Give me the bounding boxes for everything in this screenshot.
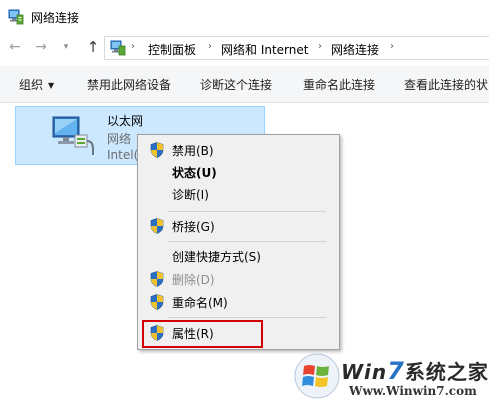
menu-separator [168,317,326,318]
menu-item-create-shortcut[interactable]: 创建快捷方式(S) [139,245,338,267]
breadcrumb-network-internet[interactable]: 网络和 Internet [221,41,308,58]
title-bar: 网络连接 [0,0,489,34]
organize-label: 组织 [19,78,44,92]
windows-logo-icon [294,353,340,399]
uac-shield-icon [150,142,164,158]
rename-button[interactable]: 重命名此连接 [303,76,375,93]
watermark-title-suffix: 系统之家 [404,360,489,384]
up-button[interactable]: ↑ [85,39,101,55]
uac-shield-icon [150,294,164,310]
chevron-down-icon: ▼ [48,81,55,90]
menu-separator [168,241,326,242]
annotation-highlight-box [142,320,263,348]
adapter-name: 以太网 [107,114,144,128]
disable-device-button[interactable]: 禁用此网络设备 [87,76,171,93]
context-menu: 禁用(B) 状态(U) 诊断(I) 桥接(G) 创建快捷方式(S) 删除(D) … [137,134,340,350]
watermark-url: Www.Winwin7.com [349,384,477,398]
menu-item-label: 诊断(I) [172,188,209,202]
organize-menu[interactable]: 组织 ▼ [19,76,54,93]
window-title: 网络连接 [31,11,80,25]
address-bar[interactable]: › 控制面板 › 网络和 Internet › 网络连接 › [104,36,489,60]
breadcrumb-control-panel[interactable]: 控制面板 [148,41,196,58]
breadcrumb-separator[interactable]: › [390,41,394,52]
breadcrumb-separator[interactable]: › [318,41,322,52]
menu-item-bridge[interactable]: 桥接(G) [139,215,338,237]
network-connections-icon [8,9,24,25]
view-status-button[interactable]: 查看此连接的状 [404,76,488,93]
watermark-title-seven: 7 [387,357,405,385]
recent-locations-dropdown[interactable]: ▾ [58,39,74,55]
menu-item-disable[interactable]: 禁用(B) [139,139,338,161]
watermark-title: Win7系统之家 [341,356,489,385]
menu-item-label: 禁用(B) [172,144,214,158]
uac-shield-icon [150,218,164,234]
diagnose-button[interactable]: 诊断这个连接 [200,76,272,93]
breadcrumb-separator[interactable]: › [208,41,212,52]
breadcrumb-network-connections[interactable]: 网络连接 [331,41,379,58]
menu-item-status[interactable]: 状态(U) [139,161,338,183]
menu-item-label: 创建快捷方式(S) [172,250,261,264]
menu-item-diagnose[interactable]: 诊断(I) [139,183,338,205]
menu-separator [168,211,326,212]
back-button[interactable]: ← [7,39,23,55]
watermark-title-win: Win [341,360,388,384]
menu-item-rename[interactable]: 重命名(M) [139,291,338,313]
menu-item-label: 状态(U) [172,166,217,180]
ethernet-adapter-icon [52,116,94,155]
adapter-status: 网络 [107,132,132,146]
watermark: Win7系统之家 Www.Winwin7.com [293,350,489,406]
menu-item-delete: 删除(D) [139,268,338,290]
command-bar: 组织 ▼ 禁用此网络设备 诊断这个连接 重命名此连接 查看此连接的状 [0,66,489,103]
network-connections-icon [110,40,126,56]
menu-item-label: 桥接(G) [172,220,215,234]
menu-item-label: 删除(D) [172,273,215,287]
breadcrumb-separator[interactable]: › [131,41,135,52]
menu-item-label: 重命名(M) [172,296,228,310]
uac-shield-icon [150,271,164,287]
navigation-bar: ← → ▾ ↑ › 控制面板 › 网络和 Internet › 网络连接 › [0,34,489,62]
forward-button[interactable]: → [33,39,49,55]
